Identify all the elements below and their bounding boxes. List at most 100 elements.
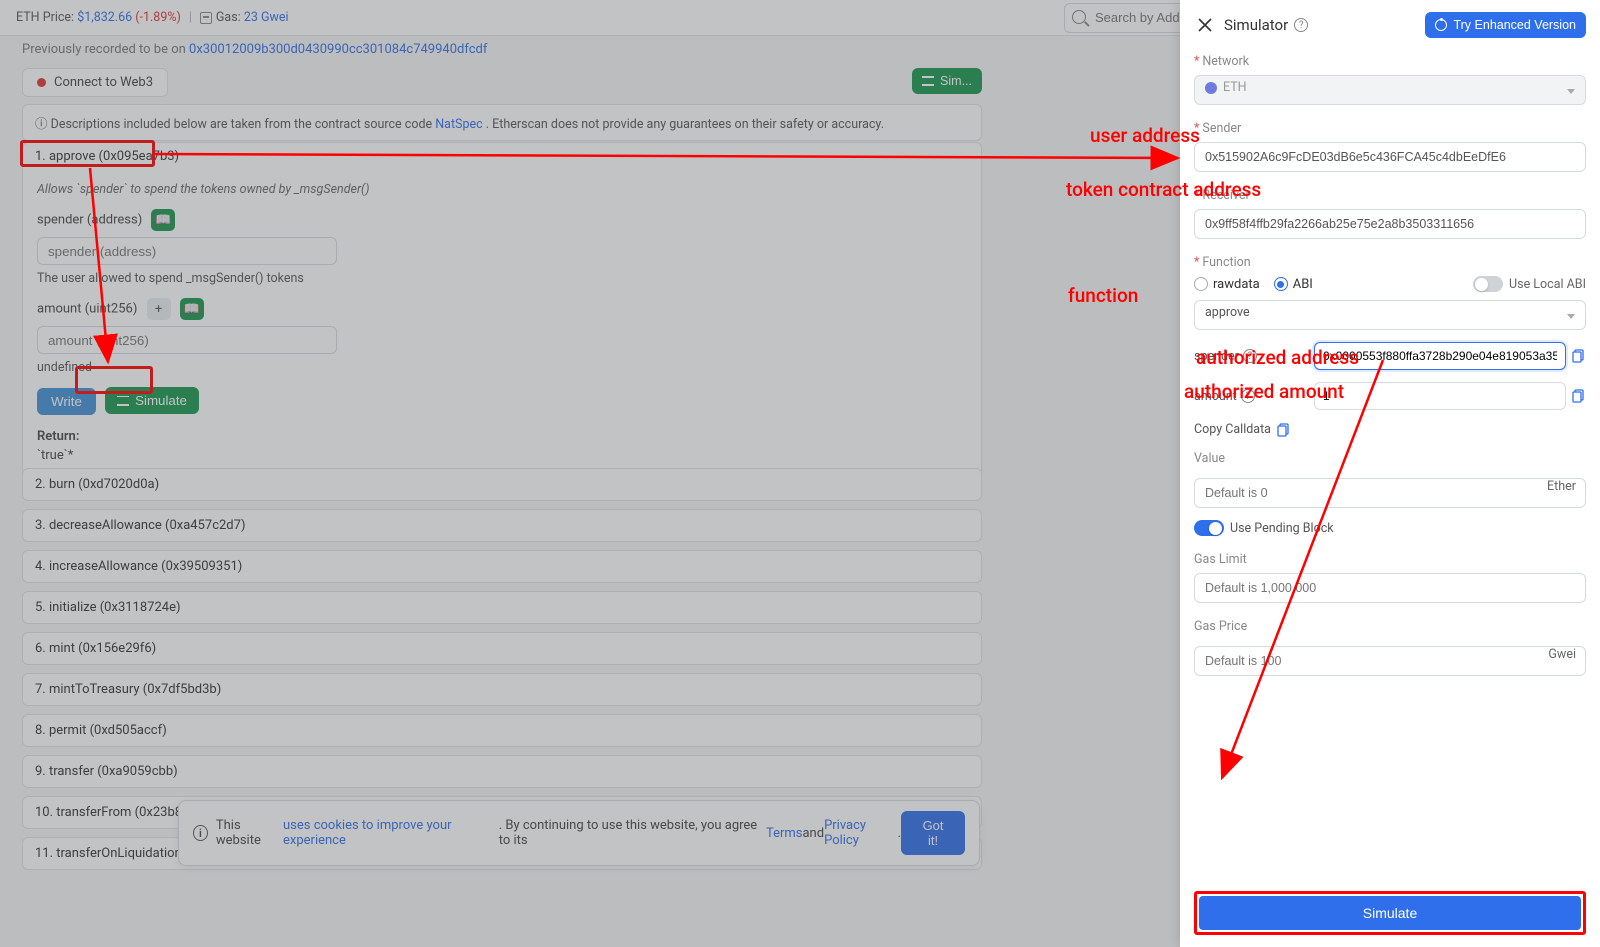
function-item[interactable]: 3. decreaseAllowance (0xa457c2d7) [22,509,982,542]
natspec-info-bar: ⓘ Descriptions included below are taken … [22,104,982,141]
value-unit: Ether [1547,479,1576,494]
amount-input[interactable] [37,326,337,354]
use-pending-block-label: Use Pending Block [1230,521,1334,536]
info-prefix: Descriptions included below are taken fr… [51,117,436,132]
abi-amount-label: amount [1194,389,1237,404]
approve-accordion-header[interactable]: 1. approve (0x095ea7b3) [22,142,982,171]
cookie-text-1: This website [216,818,283,848]
connect-web3-label: Connect to Web3 [54,75,153,90]
function-item[interactable]: 8. permit (0xd505accf) [22,714,982,747]
simulate-top-button[interactable]: Sim... [912,68,982,94]
value-input[interactable] [1194,478,1586,508]
return-label: Return: [37,429,967,444]
gas-label: Gas: [216,10,241,25]
receiver-input[interactable] [1194,209,1586,239]
simulate-label: Simulate [135,393,187,408]
cookie-terms-link[interactable]: Terms [766,826,803,841]
gas-icon [200,12,212,24]
eth-price-value[interactable]: $1,832.66 [77,10,132,25]
gas-price-unit: Gwei [1548,647,1576,662]
close-icon[interactable] [1194,14,1216,36]
function-select[interactable]: approve [1194,300,1586,330]
search-icon [1072,10,1086,24]
cookie-text-3: and [802,826,824,841]
info-icon: i [193,825,208,841]
eth-icon [1205,82,1217,94]
copy-calldata-label: Copy Calldata [1194,422,1271,437]
amount-book-icon[interactable]: 📖 [180,298,204,320]
function-item[interactable]: 6. mint (0x156e29f6) [22,632,982,665]
cookie-text-2: . By continuing to use this website, you… [499,818,766,848]
function-item[interactable]: 2. burn (0xd7020d0a) [22,468,982,501]
gas-price-input[interactable] [1194,646,1586,676]
abi-amount-input[interactable] [1314,382,1566,410]
annotation-box-simulate-submit: Simulate [1194,891,1586,935]
previous-record-link[interactable]: 0x30012009b300d0430990cc301084c749940dfc… [189,42,487,57]
network-select: ETH [1194,75,1586,105]
shuffle-icon [117,396,129,406]
amount-undefined-note: undefined [37,360,967,375]
rawdata-label: rawdata [1213,277,1260,292]
panel-title: Simulator ? [1224,16,1308,34]
spender-book-icon[interactable]: 📖 [151,209,175,231]
gauge-icon [1435,19,1447,31]
help-icon[interactable]: ? [1294,18,1308,32]
copy-icon[interactable] [1572,389,1586,403]
copy-icon[interactable] [1277,423,1291,437]
use-local-abi-toggle[interactable] [1473,276,1503,292]
spender-label: spender (address) [37,212,142,227]
use-local-abi-label: Use Local ABI [1509,277,1586,292]
eth-price-change: (-1.89%) [135,10,181,25]
function-item[interactable]: 4. increaseAllowance (0x39509351) [22,550,982,583]
cookie-privacy-link[interactable]: Privacy Policy [824,818,898,848]
spender-input[interactable] [37,237,337,265]
simulate-button[interactable]: Simulate [105,387,199,414]
natspec-link[interactable]: NatSpec [435,117,482,132]
receiver-label: Receiver [1202,188,1249,203]
simulate-submit-button[interactable]: Simulate [1199,896,1581,930]
copy-icon[interactable] [1572,349,1586,363]
sender-input[interactable] [1194,142,1586,172]
previous-record-row: Previously recorded to be on 0x30012009b… [22,42,487,57]
gas-limit-label: Gas Limit [1194,552,1247,567]
shuffle-icon [922,76,934,86]
abi-spender-input[interactable] [1314,342,1566,370]
function-item[interactable]: 7. mintToTreasury (0x7df5bd3b) [22,673,982,706]
function-item[interactable]: 9. transfer (0xa9059cbb) [22,755,982,788]
return-value: `true`* [37,448,967,463]
amount-label: amount (uint256) [37,301,137,316]
value-label: Value [1194,451,1225,466]
gas-value[interactable]: 23 Gwei [244,10,289,25]
simulate-top-label: Sim... [940,74,972,88]
approve-header-label: 1. approve (0x095ea7b3) [35,149,179,164]
use-pending-block-toggle[interactable] [1194,520,1224,536]
abi-spender-label: spender [1194,349,1239,364]
gas-limit-input[interactable] [1194,573,1586,603]
function-select-value: approve [1205,305,1250,320]
approve-hint: Allows `spender` to spend the tokens own… [37,182,967,197]
function-label: Function [1202,255,1250,270]
info-suffix: . Etherscan does not provide any guarant… [486,117,884,132]
previous-record-prefix: Previously recorded to be on [22,42,189,57]
cookie-link-1[interactable]: uses cookies to improve your experience [283,818,499,848]
try-enhanced-label: Try Enhanced Version [1453,18,1576,32]
connect-web3-button[interactable]: Connect to Web3 [22,68,168,97]
write-button[interactable]: Write [37,388,96,415]
network-label: Network [1202,54,1249,69]
cookie-gotit-button[interactable]: Got it! [901,811,965,855]
help-icon[interactable]: ? [1243,349,1257,363]
network-value: ETH [1223,80,1247,95]
amount-plus-icon[interactable]: + [147,298,171,320]
rawdata-radio[interactable]: rawdata [1194,277,1260,292]
gas-price-label: Gas Price [1194,619,1247,634]
cookie-banner: i This website uses cookies to improve y… [178,800,980,866]
function-item[interactable]: 5. initialize (0x3118724e) [22,591,982,624]
sender-label: Sender [1202,121,1241,136]
anno-function: function [1068,284,1138,307]
abi-label: ABI [1293,277,1313,292]
abi-radio[interactable]: ABI [1274,277,1313,292]
eth-price-label: ETH Price: [16,10,74,25]
help-icon[interactable]: ? [1241,389,1255,403]
try-enhanced-button[interactable]: Try Enhanced Version [1425,12,1586,38]
simulator-panel: Simulator ? Try Enhanced Version *Networ… [1180,0,1600,947]
